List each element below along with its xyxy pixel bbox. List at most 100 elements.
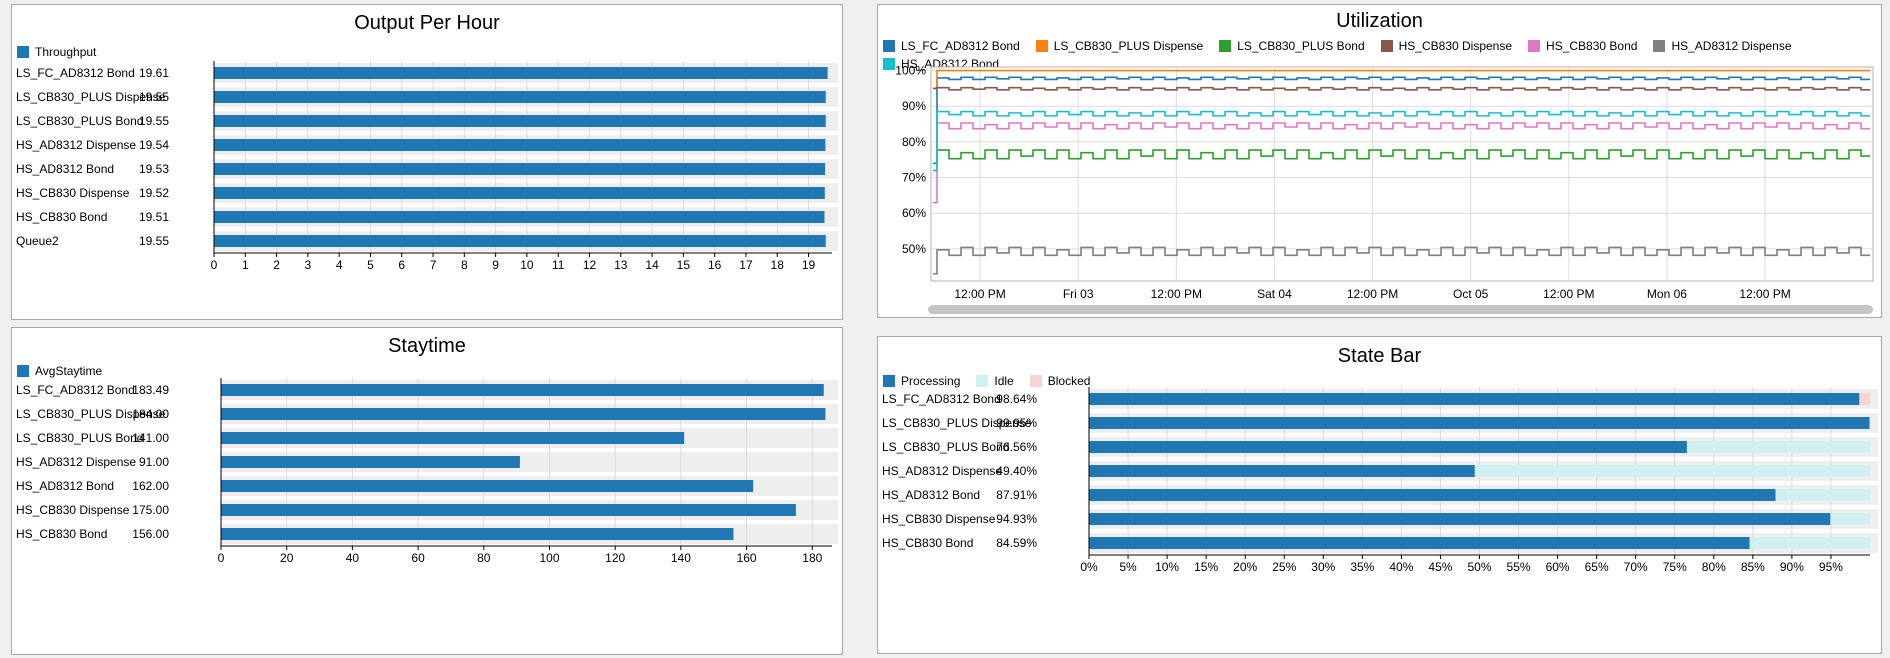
output-per-hour-plot: LS_FC_AD8312 Bond 19.61LS_CB830_PLUS Disp…	[16, 61, 838, 272]
category-label: HS_CB830 Dispense	[16, 186, 130, 200]
x-tick-label: 100	[539, 551, 559, 565]
staytime-panel: Staytime AvgStaytime LS_FC_AD8312 Bond 18…	[11, 327, 843, 655]
x-tick-label: 0%	[1080, 560, 1098, 574]
bar	[214, 139, 826, 151]
category-label: HS_AD8312 Bond	[882, 488, 980, 502]
x-tick-label: 0	[218, 551, 225, 565]
bar	[214, 187, 825, 199]
category-label: HS_CB830 Bond	[16, 210, 107, 224]
x-tick-label: 8	[461, 258, 468, 272]
category-label: HS_AD8312 Dispense	[16, 138, 136, 152]
x-tick-label: Fri 03	[1063, 287, 1094, 301]
y-tick-label: 100%	[895, 64, 926, 78]
x-tick-label: 60%	[1546, 560, 1570, 574]
category-label: LS_CB830_PLUS Bond	[16, 114, 143, 128]
x-tick-label: 120	[605, 551, 625, 565]
value-label: 76.56%	[996, 440, 1037, 454]
x-tick-label: Sat 04	[1257, 287, 1292, 301]
value-label: 162.00	[132, 479, 169, 493]
time-range-scrollbar[interactable]	[928, 305, 1873, 314]
value-label: 156.00	[132, 527, 169, 541]
value-label: 19.53	[139, 162, 169, 176]
staytime-plot: LS_FC_AD8312 Bond183.49LS_CB830_PLUS Dis…	[16, 378, 838, 565]
y-tick-label: 70%	[902, 171, 926, 185]
value-label: 84.59%	[996, 536, 1037, 550]
x-tick-label: 3	[305, 258, 312, 272]
y-tick-label: 50%	[902, 242, 926, 256]
category-label: LS_CB830_PLUS Bond	[882, 440, 1009, 454]
x-tick-label: 85%	[1741, 560, 1765, 574]
utilization-plot: 50% 60% 70% 80% 90% 100% 12:00 PM Fri 03 12:00 P…	[895, 64, 1874, 301]
bar-segment-idle	[1775, 489, 1870, 501]
x-tick-label: 2	[273, 258, 280, 272]
value-label: 141.00	[132, 431, 169, 445]
y-tick-label: 80%	[902, 135, 926, 149]
value-label: 19.55	[139, 114, 169, 128]
bar-segment-idle	[1474, 465, 1870, 477]
category-label: LS_FC_AD8312 Bond	[882, 392, 1001, 406]
x-tick-label: 4	[336, 258, 343, 272]
bar	[214, 211, 825, 223]
value-label: 19.61	[139, 66, 169, 80]
x-tick-label: 14	[645, 258, 659, 272]
category-label: LS_FC_AD8312 Bond	[16, 383, 135, 397]
x-tick-label: 12:00 PM	[1739, 287, 1790, 301]
output-per-hour-panel: Output Per Hour Throughput LS_FC_AD8312 …	[11, 4, 843, 320]
x-tick-label: 15%	[1194, 560, 1218, 574]
x-tick-label: 12:00 PM	[1151, 287, 1202, 301]
value-label: 19.55	[139, 90, 169, 104]
bar-segment-processing	[1089, 465, 1475, 477]
bar-segment-idle	[1749, 537, 1870, 549]
x-tick-label: 50%	[1467, 560, 1491, 574]
x-tick-label: 9	[492, 258, 499, 272]
x-tick-label: 1	[242, 258, 249, 272]
bar	[221, 408, 826, 420]
bar	[221, 480, 754, 492]
value-label: 87.91%	[996, 488, 1037, 502]
category-label: HS_CB830 Dispense	[16, 503, 130, 517]
bar	[214, 163, 826, 175]
value-label: 94.93%	[996, 512, 1037, 526]
x-tick-label: 19	[802, 258, 816, 272]
x-tick-label: 0	[211, 258, 218, 272]
category-label: HS_CB830 Dispense	[882, 512, 996, 526]
bar	[214, 67, 828, 79]
bar-segment-processing	[1089, 489, 1776, 501]
bar-segment-blocked	[1859, 393, 1870, 405]
x-tick-label: 5	[367, 258, 374, 272]
state-bar-plot: LS_FC_AD8312 Bond98.64%LS_CB830_PLUS Dis…	[882, 387, 1878, 574]
x-tick-label: 140	[671, 551, 691, 565]
category-label: HS_AD8312 Dispense	[16, 455, 136, 469]
x-tick-label: 18	[771, 258, 785, 272]
bar-segment-processing	[1089, 417, 1870, 429]
category-label: HS_AD8312 Bond	[16, 162, 114, 176]
bar	[221, 528, 734, 540]
bar	[214, 91, 826, 103]
category-label: LS_FC_AD8312 Bond	[16, 66, 135, 80]
x-tick-label: 25%	[1272, 560, 1296, 574]
x-tick-label: 5%	[1119, 560, 1137, 574]
x-tick-label: 95%	[1819, 560, 1843, 574]
category-label: HS_AD8312 Bond	[16, 479, 114, 493]
x-tick-label: 55%	[1507, 560, 1531, 574]
x-tick-label: 12	[583, 258, 597, 272]
x-tick-label: 60	[411, 551, 425, 565]
x-tick-label: 12:00 PM	[1543, 287, 1594, 301]
x-tick-label: 160	[737, 551, 757, 565]
bar	[214, 235, 826, 247]
x-tick-label: 35%	[1350, 560, 1374, 574]
x-tick-label: 7	[430, 258, 437, 272]
x-tick-label: 11	[552, 258, 565, 272]
x-tick-label: 45%	[1428, 560, 1452, 574]
category-label: HS_AD8312 Dispense	[882, 464, 1002, 478]
x-tick-label: 80	[477, 551, 491, 565]
x-tick-label: 20	[280, 551, 294, 565]
bar-segment-processing	[1089, 513, 1831, 525]
category-label: LS_CB830_PLUS Bond	[16, 431, 143, 445]
bar	[221, 384, 824, 396]
x-tick-label: 80%	[1702, 560, 1726, 574]
x-tick-label: Mon 06	[1647, 287, 1687, 301]
x-tick-label: 10%	[1155, 560, 1179, 574]
value-label: 183.49	[132, 383, 169, 397]
x-tick-label: 15	[677, 258, 691, 272]
